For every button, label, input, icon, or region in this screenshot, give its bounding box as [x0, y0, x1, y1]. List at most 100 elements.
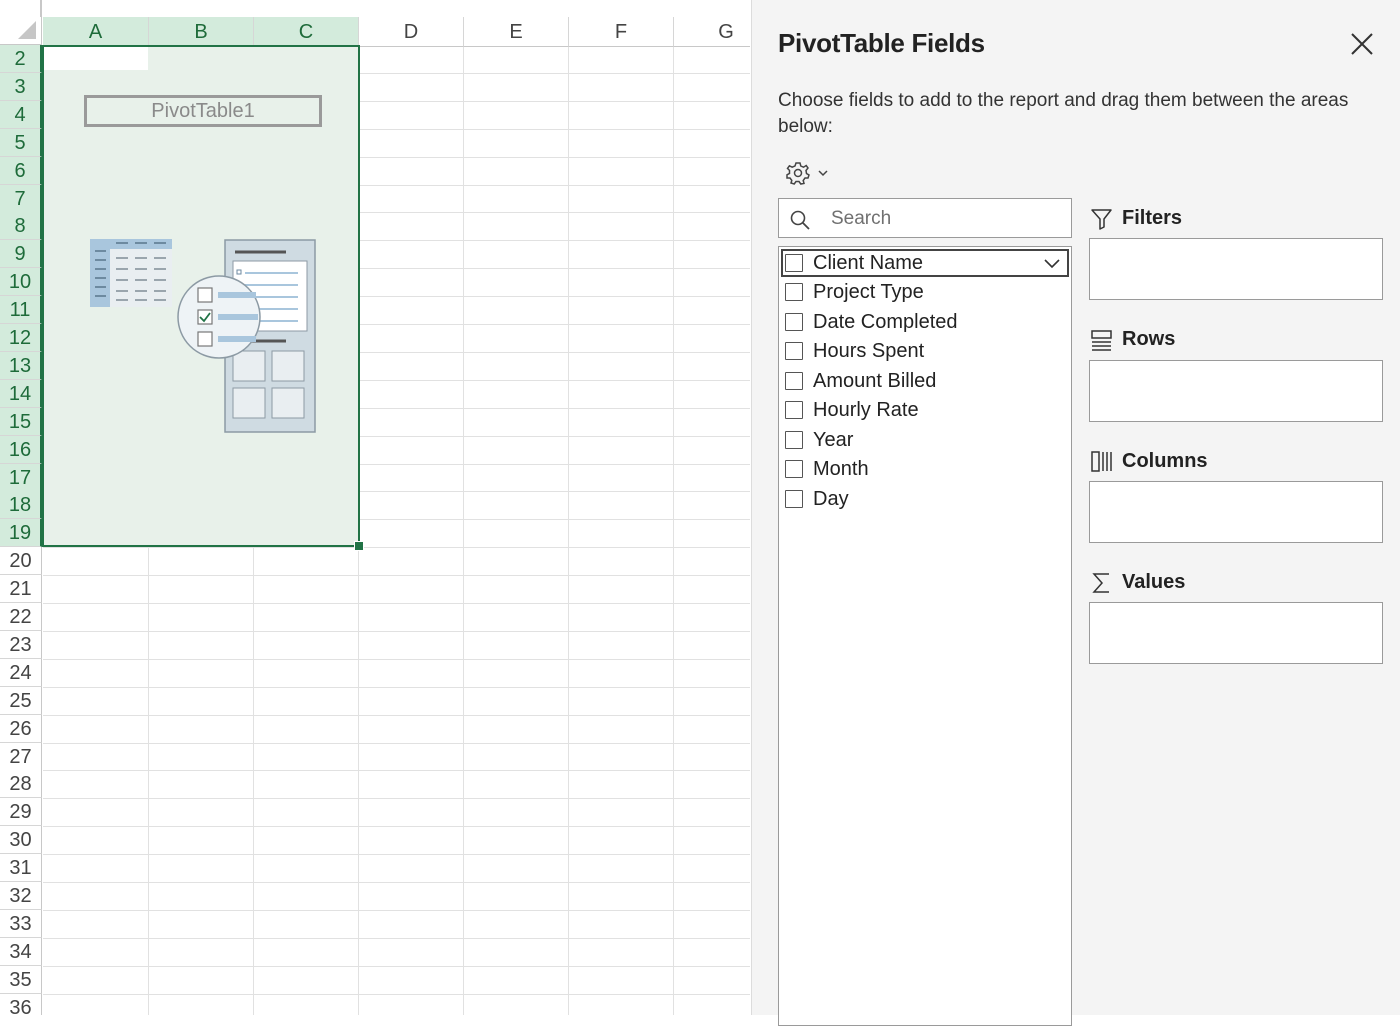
row-header-24[interactable]: 24 — [0, 658, 42, 687]
field-label: Hours Spent — [813, 340, 925, 362]
pivot-table-placeholder[interactable]: PivotTable1 — [42, 45, 360, 547]
row-header-33[interactable]: 33 — [0, 909, 42, 938]
field-label: Hourly Rate — [813, 399, 919, 421]
row-header-21[interactable]: 21 — [0, 575, 42, 604]
row-header-2[interactable]: 2 — [0, 45, 42, 73]
row-header-12[interactable]: 12 — [0, 324, 42, 352]
chevron-down-icon[interactable] — [1043, 257, 1061, 276]
search-box[interactable] — [778, 198, 1072, 238]
row-header-30[interactable]: 30 — [0, 826, 42, 855]
row-header-9[interactable]: 9 — [0, 240, 42, 269]
field-label: Month — [813, 458, 869, 480]
rows-label: Rows — [1122, 328, 1176, 350]
filters-drop-zone[interactable] — [1089, 238, 1383, 300]
row-header-23[interactable]: 23 — [0, 630, 42, 659]
row-header-7[interactable]: 7 — [0, 184, 42, 213]
field-checkbox[interactable] — [785, 313, 803, 331]
select-all-triangle-icon — [18, 21, 36, 39]
field-label: Day — [813, 488, 849, 510]
field-item-project-type[interactable]: Project Type — [781, 279, 1069, 307]
field-label: Project Type — [813, 281, 924, 303]
field-label: Amount Billed — [813, 370, 937, 392]
row-header-20[interactable]: 20 — [0, 547, 42, 576]
columns-drop-zone[interactable] — [1089, 481, 1383, 543]
row-gridline — [43, 882, 750, 883]
values-drop-zone[interactable] — [1089, 602, 1383, 664]
sigma-icon — [1090, 571, 1114, 601]
row-gridline — [43, 630, 750, 632]
row-header-13[interactable]: 13 — [0, 351, 42, 380]
row-header-25[interactable]: 25 — [0, 686, 42, 715]
row-header-27[interactable]: 27 — [0, 742, 42, 771]
field-checkbox[interactable] — [785, 283, 803, 301]
row-gridline — [43, 826, 750, 828]
row-header-35[interactable]: 35 — [0, 965, 42, 994]
row-header-15[interactable]: 15 — [0, 407, 42, 436]
row-header-4[interactable]: 4 — [0, 100, 42, 129]
field-settings-button[interactable] — [785, 158, 835, 188]
rows-drop-zone[interactable] — [1089, 360, 1383, 422]
selection-fill-handle[interactable] — [354, 541, 364, 551]
row-header-19[interactable]: 19 — [0, 519, 42, 548]
row-header-26[interactable]: 26 — [0, 714, 42, 743]
rows-icon — [1090, 328, 1114, 358]
field-label: Date Completed — [813, 311, 958, 333]
field-checkbox[interactable] — [785, 401, 803, 419]
row-header-36[interactable]: 36 — [0, 993, 42, 1015]
select-all-corner[interactable] — [0, 17, 42, 45]
row-header-32[interactable]: 32 — [0, 882, 42, 910]
row-header-34[interactable]: 34 — [0, 937, 42, 966]
field-item-client-name[interactable]: Client Name — [781, 249, 1069, 277]
field-checkbox[interactable] — [785, 372, 803, 390]
row-header-11[interactable]: 11 — [0, 296, 42, 325]
row-header-8[interactable]: 8 — [0, 212, 42, 241]
column-header-e[interactable]: E — [464, 17, 569, 47]
field-checkbox[interactable] — [785, 254, 803, 272]
row-header-18[interactable]: 18 — [0, 491, 42, 520]
close-button[interactable] — [1346, 28, 1378, 60]
row-header-14[interactable]: 14 — [0, 379, 42, 408]
field-item-month[interactable]: Month — [781, 456, 1069, 484]
row-header-16[interactable]: 16 — [0, 435, 42, 464]
row-header-3[interactable]: 3 — [0, 72, 42, 101]
field-item-hourly-rate[interactable]: Hourly Rate — [781, 397, 1069, 425]
row-header-31[interactable]: 31 — [0, 854, 42, 883]
field-checkbox[interactable] — [785, 460, 803, 478]
column-header-a[interactable]: A — [43, 17, 149, 47]
row-header-28[interactable]: 28 — [0, 770, 42, 799]
field-list[interactable]: Client Name Project Type Date Completed … — [778, 246, 1072, 1026]
field-item-day[interactable]: Day — [781, 486, 1069, 514]
row-header-17[interactable]: 17 — [0, 463, 42, 492]
column-header-f[interactable]: F — [569, 17, 674, 47]
row-gridline — [43, 658, 750, 660]
pane-description: Choose fields to add to the report and d… — [778, 90, 1349, 137]
active-cell[interactable] — [44, 47, 148, 70]
field-checkbox[interactable] — [785, 342, 803, 360]
field-item-date-completed[interactable]: Date Completed — [781, 309, 1069, 337]
field-checkbox[interactable] — [785, 431, 803, 449]
field-item-amount-billed[interactable]: Amount Billed — [781, 368, 1069, 396]
row-gridline — [43, 770, 750, 772]
search-input[interactable] — [829, 203, 1063, 235]
row-gridline — [43, 603, 750, 604]
column-headers: A B C D E F G — [43, 17, 750, 47]
field-item-hours-spent[interactable]: Hours Spent — [781, 338, 1069, 366]
field-checkbox[interactable] — [785, 490, 803, 508]
row-header-29[interactable]: 29 — [0, 798, 42, 827]
columns-label: Columns — [1122, 450, 1208, 472]
column-header-c[interactable]: C — [254, 17, 359, 47]
column-header-b[interactable]: B — [149, 17, 254, 47]
row-gridline — [43, 937, 750, 939]
column-header-d[interactable]: D — [359, 17, 464, 47]
row-header-22[interactable]: 22 — [0, 603, 42, 631]
pane-title: PivotTable Fields — [778, 28, 985, 58]
column-header-g[interactable]: G — [674, 17, 750, 47]
column-gridline — [463, 47, 464, 1015]
row-header-6[interactable]: 6 — [0, 156, 42, 185]
row-header-10[interactable]: 10 — [0, 268, 42, 297]
header-divider — [40, 0, 42, 17]
spreadsheet[interactable]: A B C D E F G 2 3 4 5 6 7 8 9 10 11 12 13 14 15 16 17 18… — [0, 0, 750, 1015]
filters-label: Filters — [1122, 207, 1183, 229]
field-item-year[interactable]: Year — [781, 427, 1069, 455]
row-header-5[interactable]: 5 — [0, 128, 42, 157]
